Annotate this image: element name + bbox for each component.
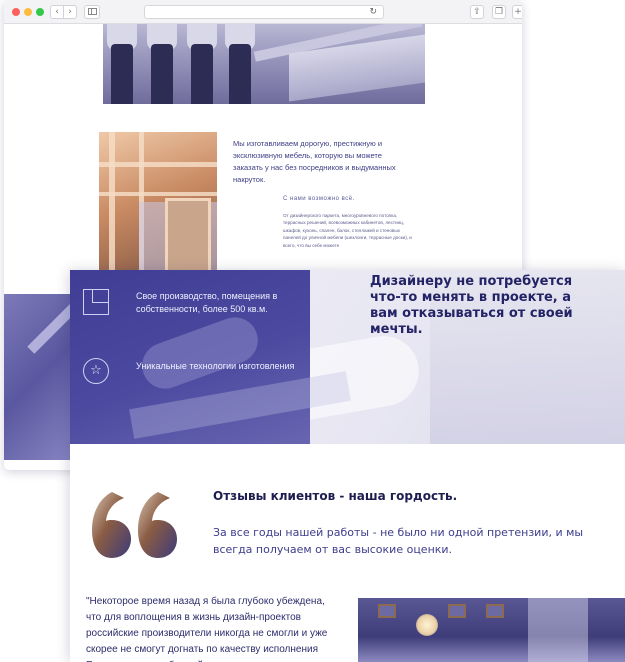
star-icon: ☆: [83, 358, 109, 384]
front-browser-window: Свое производство, помещения в собственн…: [70, 270, 625, 662]
interior-photo: [358, 598, 625, 662]
hero-feature-panel: Свое производство, помещения в собственн…: [70, 270, 351, 444]
close-window-button[interactable]: [12, 8, 20, 16]
share-icon[interactable]: ⇪: [470, 5, 484, 19]
hero-section: Свое производство, помещения в собственн…: [70, 270, 625, 444]
workshop-photo: [99, 132, 217, 282]
reviews-title: Отзывы клиентов - наша гордость.: [213, 489, 458, 503]
floor-plan-icon: [83, 289, 109, 315]
browser-toolbar: ‹ › ↻ ⇪ ❐ +: [4, 0, 522, 24]
feature-technology: Уникальные технологии изготовления: [136, 361, 295, 371]
hero-title: Дизайнеру не потребуется что-то менять в…: [370, 274, 573, 337]
testimonial-text: "Некоторое время назад я была глубоко уб…: [86, 596, 328, 662]
tabs-icon[interactable]: ❐: [492, 5, 506, 19]
intro-list-text: От дизайнерского паркета, многоуровневог…: [283, 213, 412, 248]
forward-button[interactable]: ›: [63, 5, 77, 19]
intro-description: Мы изготавливаем дорогую, престижную и э…: [233, 139, 396, 184]
reload-icon[interactable]: ↻: [369, 6, 377, 18]
sidebar-icon: [87, 8, 97, 15]
quote-marks-icon: [92, 492, 177, 558]
new-tab-button[interactable]: +: [512, 5, 522, 19]
reviews-text: За все годы нашей работы - не было ни од…: [213, 526, 584, 556]
intro-tagline: С нами возможно всё.: [283, 196, 355, 202]
address-bar[interactable]: ↻: [144, 5, 384, 19]
team-photo: [103, 24, 425, 104]
back-button[interactable]: ‹: [50, 5, 64, 19]
back-band-photo: [4, 294, 74, 460]
sidebar-toggle-button[interactable]: [84, 5, 100, 19]
minimize-window-button[interactable]: [24, 8, 32, 16]
feature-production: Свое производство, помещения в собственн…: [136, 291, 278, 314]
zoom-window-button[interactable]: [36, 8, 44, 16]
